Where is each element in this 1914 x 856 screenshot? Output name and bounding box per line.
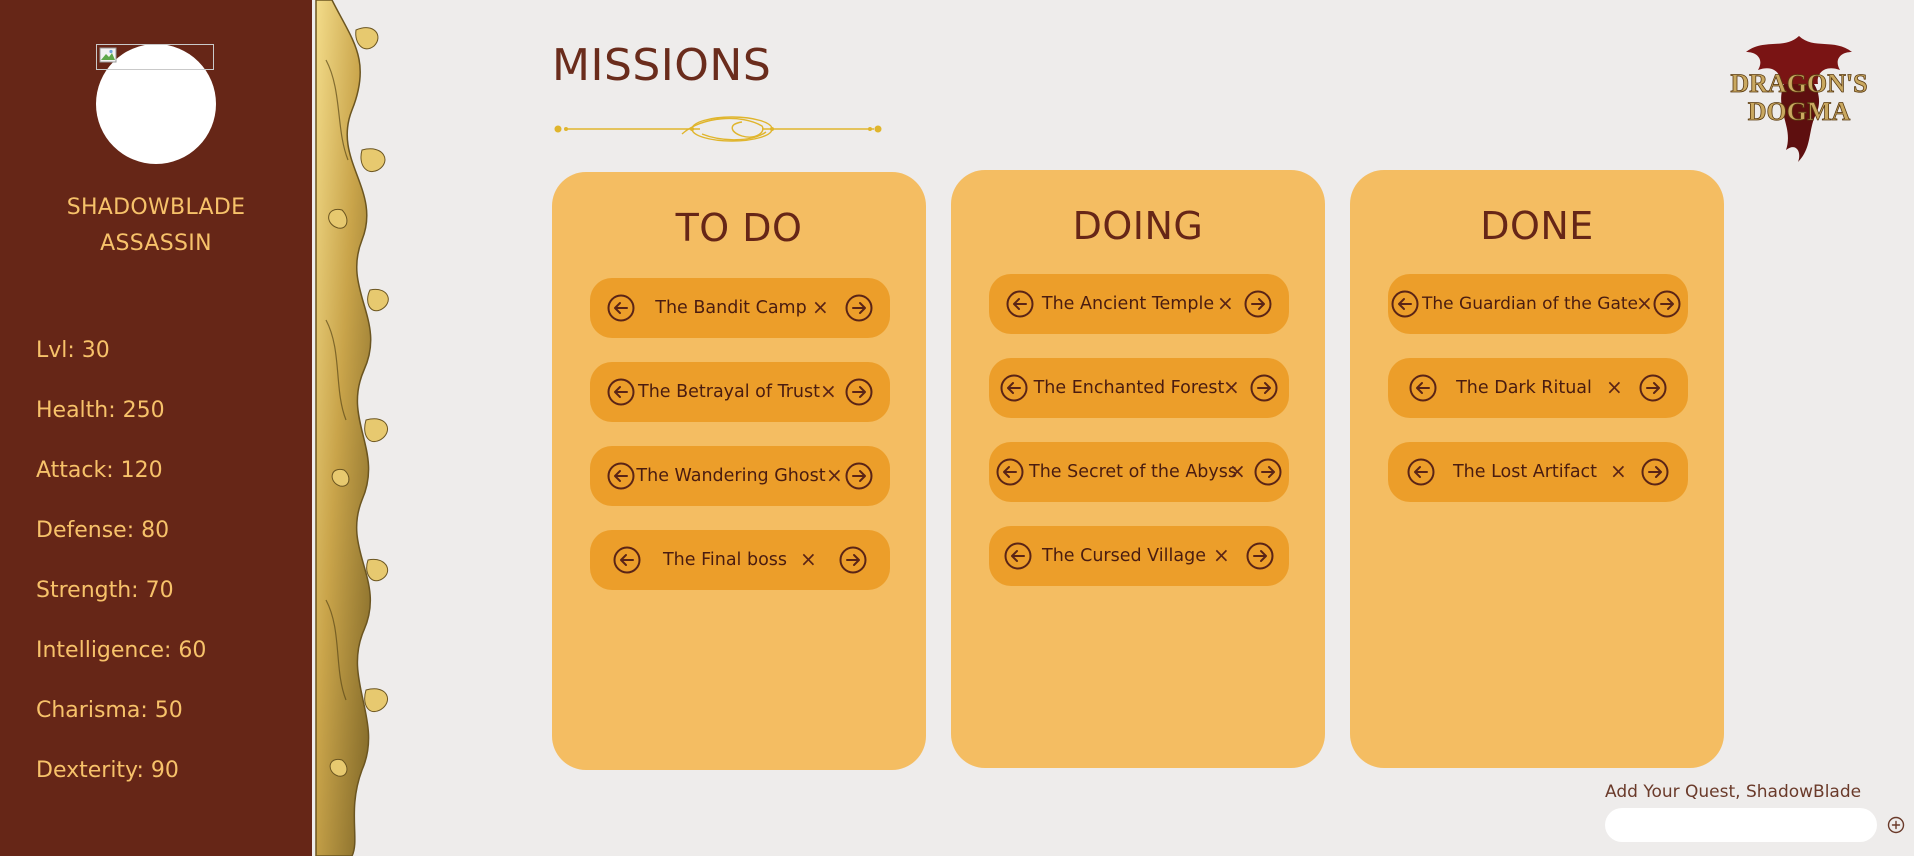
card-title: The Final boss <box>662 550 788 570</box>
move-right-icon[interactable] <box>844 461 874 491</box>
quest-card[interactable]: The Secret of the Abyss × <box>989 442 1289 502</box>
card-list: The Bandit Camp × The Betrayal of Trust … <box>590 278 890 614</box>
remove-icon[interactable]: × <box>800 530 817 590</box>
move-left-icon[interactable] <box>1390 289 1420 319</box>
decorative-flourish <box>554 116 882 142</box>
stat-dexterity: Dexterity: 90 <box>36 758 179 783</box>
remove-icon[interactable]: × <box>1229 442 1246 502</box>
dragons-dogma-logo: DRAGON'S DOGMA <box>1730 36 1868 162</box>
remove-icon[interactable]: × <box>1223 358 1240 418</box>
move-right-icon[interactable] <box>1253 457 1283 487</box>
quest-card[interactable]: The Lost Artifact × <box>1388 442 1688 502</box>
card-title: The Secret of the Abyss <box>1029 462 1237 482</box>
stat-level: Lvl: 30 <box>36 338 110 363</box>
broken-image-icon <box>96 44 214 70</box>
column-title: DONE <box>1480 204 1594 248</box>
column-doing: DOING The Ancient Temple × The Enchanted… <box>951 170 1325 768</box>
move-left-icon[interactable] <box>612 545 642 575</box>
remove-icon[interactable]: × <box>1610 442 1627 502</box>
stats-list: Lvl: 30 Health: 250 Attack: 120 Defense:… <box>36 332 206 812</box>
quest-card[interactable]: The Enchanted Forest × <box>989 358 1289 418</box>
move-right-icon[interactable] <box>1640 457 1670 487</box>
plus-circle-icon[interactable] <box>1887 816 1905 834</box>
character-name-line1: SHADOWBLADE <box>66 195 246 220</box>
card-list: The Guardian of the Gate × The Dark Ritu… <box>1388 274 1688 526</box>
character-sidebar: SHADOWBLADE ASSASSIN Lvl: 30 Health: 250… <box>0 0 312 856</box>
quest-card[interactable]: The Guardian of the Gate × <box>1388 274 1688 334</box>
ornamental-vine-border <box>315 0 389 856</box>
move-left-icon[interactable] <box>606 293 636 323</box>
quest-card[interactable]: The Betrayal of Trust × <box>590 362 890 422</box>
remove-icon[interactable]: × <box>826 446 843 506</box>
quest-card[interactable]: The Final boss × <box>590 530 890 590</box>
column-title: TO DO <box>675 206 803 250</box>
move-right-icon[interactable] <box>844 377 874 407</box>
add-quest-label: Add Your Quest, ShadowBlade <box>1605 782 1862 802</box>
move-right-icon[interactable] <box>844 293 874 323</box>
card-title: The Cursed Village <box>1042 546 1206 566</box>
move-left-icon[interactable] <box>606 377 636 407</box>
move-right-icon[interactable] <box>1638 373 1668 403</box>
move-left-icon[interactable] <box>1406 457 1436 487</box>
remove-icon[interactable]: × <box>1636 274 1653 334</box>
svg-text:DRAGON'S: DRAGON'S <box>1730 69 1867 98</box>
card-title: The Guardian of the Gate <box>1422 294 1638 314</box>
remove-icon[interactable]: × <box>1606 358 1623 418</box>
card-title: The Ancient Temple <box>1041 294 1215 314</box>
move-left-icon[interactable] <box>1005 289 1035 319</box>
move-left-icon[interactable] <box>606 461 636 491</box>
page-title: MISSIONS <box>552 40 772 91</box>
character-name-line2: ASSASSIN <box>100 231 212 256</box>
quest-card[interactable]: The Bandit Camp × <box>590 278 890 338</box>
column-title: DOING <box>1072 204 1204 248</box>
move-left-icon[interactable] <box>995 457 1025 487</box>
card-title: The Wandering Ghost <box>636 466 826 486</box>
move-right-icon[interactable] <box>1245 541 1275 571</box>
card-title: The Lost Artifact <box>1452 462 1598 482</box>
stat-health: Health: 250 <box>36 398 165 423</box>
move-left-icon[interactable] <box>999 373 1029 403</box>
move-right-icon[interactable] <box>1652 289 1682 319</box>
card-title: The Dark Ritual <box>1456 378 1592 398</box>
stat-charisma: Charisma: 50 <box>36 698 183 723</box>
card-title: The Betrayal of Trust <box>638 382 820 402</box>
stat-attack: Attack: 120 <box>36 458 163 483</box>
quest-card[interactable]: The Wandering Ghost × <box>590 446 890 506</box>
card-title: The Bandit Camp <box>655 298 807 318</box>
remove-icon[interactable]: × <box>812 278 829 338</box>
quest-card[interactable]: The Ancient Temple × <box>989 274 1289 334</box>
column-todo: TO DO The Bandit Camp × The Betrayal of … <box>552 172 926 770</box>
stat-intelligence: Intelligence: 60 <box>36 638 207 663</box>
column-done: DONE The Guardian of the Gate × The Dark… <box>1350 170 1724 768</box>
image-placeholder-icon <box>99 47 117 63</box>
card-list: The Ancient Temple × The Enchanted Fores… <box>989 274 1289 610</box>
move-right-icon[interactable] <box>1243 289 1273 319</box>
svg-text:DOGMA: DOGMA <box>1748 97 1851 126</box>
remove-icon[interactable]: × <box>1213 526 1230 586</box>
quest-card[interactable]: The Dark Ritual × <box>1388 358 1688 418</box>
add-quest-input[interactable] <box>1605 808 1877 842</box>
move-left-icon[interactable] <box>1408 373 1438 403</box>
move-left-icon[interactable] <box>1003 541 1033 571</box>
character-name: SHADOWBLADE ASSASSIN <box>0 190 312 262</box>
card-title: The Enchanted Forest <box>1033 378 1225 398</box>
stat-strength: Strength: 70 <box>36 578 174 603</box>
stat-defense: Defense: 80 <box>36 518 170 543</box>
remove-icon[interactable]: × <box>820 362 837 422</box>
quest-card[interactable]: The Cursed Village × <box>989 526 1289 586</box>
move-right-icon[interactable] <box>838 545 868 575</box>
move-right-icon[interactable] <box>1249 373 1279 403</box>
remove-icon[interactable]: × <box>1217 274 1234 334</box>
